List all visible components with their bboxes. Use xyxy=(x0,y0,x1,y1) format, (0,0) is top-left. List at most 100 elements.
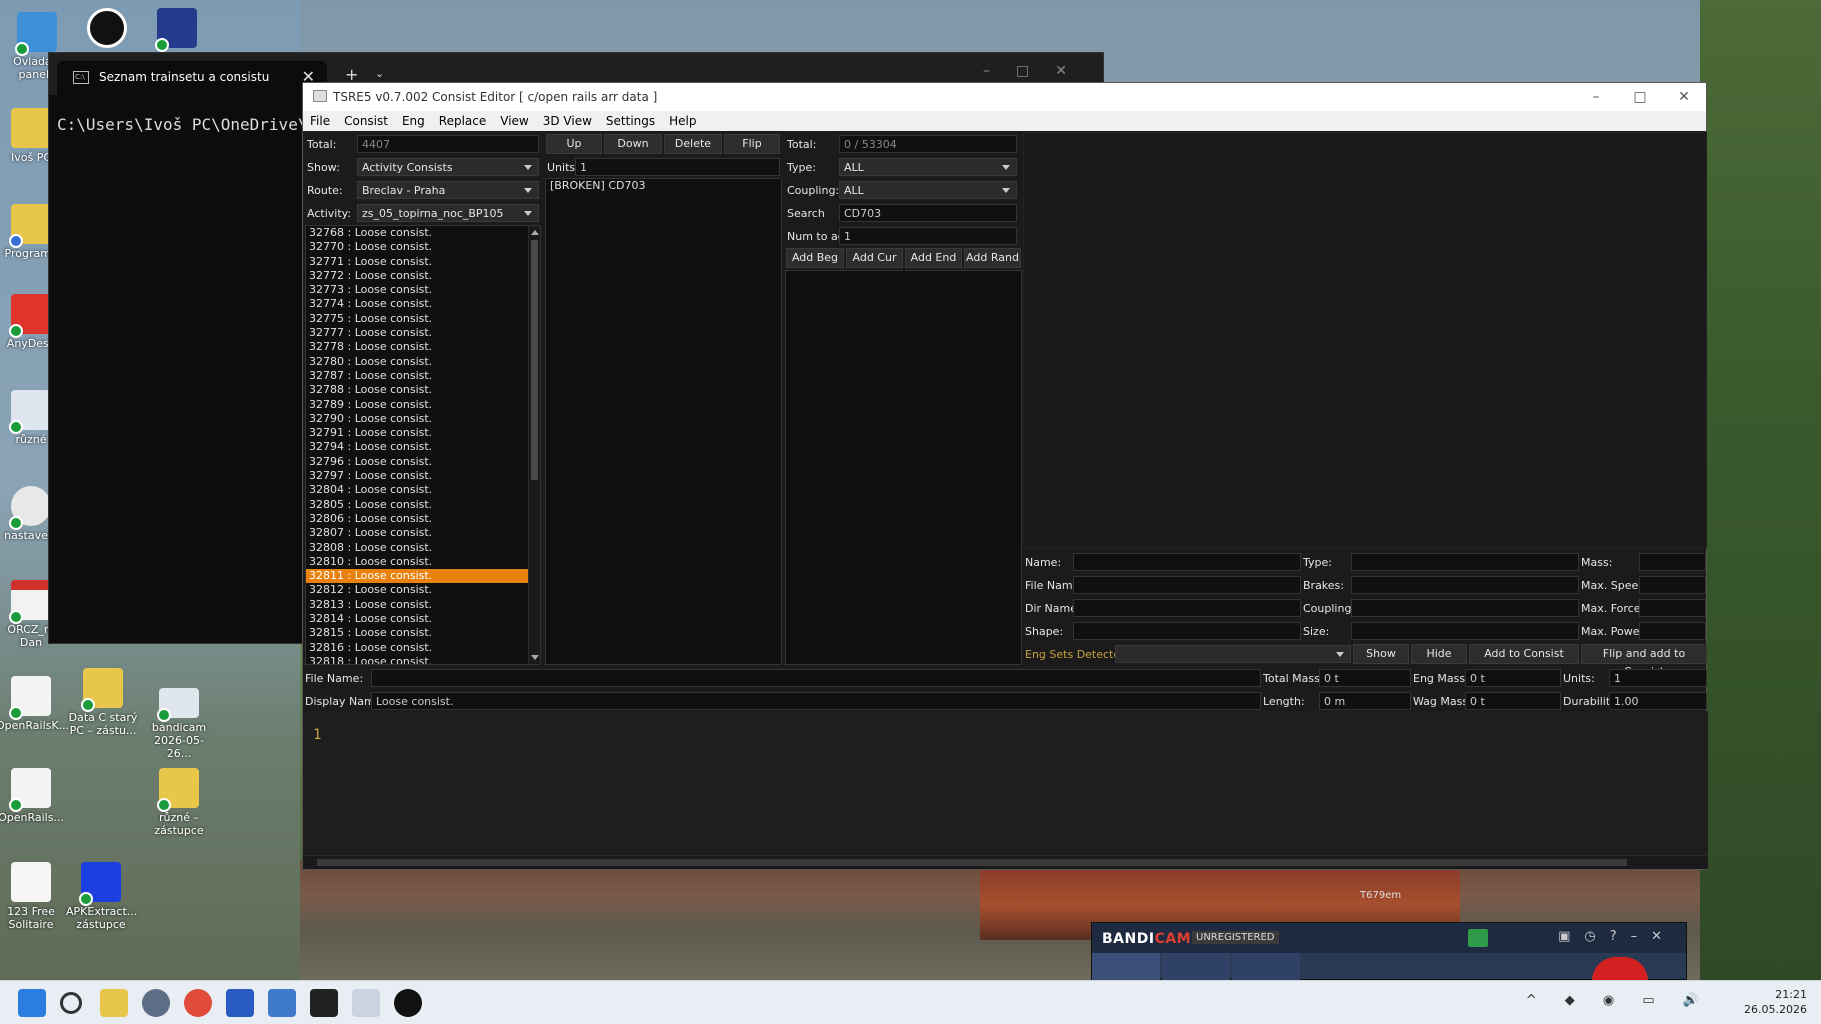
scroll-up-icon[interactable] xyxy=(531,230,539,235)
lock-icon[interactable] xyxy=(1468,929,1488,947)
desktop-icon-solitaire[interactable]: 123 Free Solitaire xyxy=(0,862,66,931)
close-button[interactable]: ✕ xyxy=(1662,83,1706,111)
list-item[interactable]: 32788 : Loose consist. xyxy=(306,383,540,397)
list-item[interactable]: 32794 : Loose consist. xyxy=(306,440,540,454)
list-item[interactable]: 32797 : Loose consist. xyxy=(306,469,540,483)
durability-spinner[interactable]: 1.00 xyxy=(1609,692,1707,710)
consist-list-scrollbar[interactable] xyxy=(528,226,540,664)
list-item[interactable]: [BROKEN] CD703 xyxy=(546,179,781,193)
units-field[interactable]: 1 xyxy=(575,158,780,176)
search-input[interactable]: CD703 xyxy=(839,204,1017,222)
scroll-thumb[interactable] xyxy=(531,240,538,480)
hide-button[interactable]: Hide xyxy=(1411,644,1467,664)
menu-file[interactable]: File xyxy=(303,111,337,131)
list-item[interactable]: 32813 : Loose consist. xyxy=(306,598,540,612)
up-button[interactable]: Up xyxy=(546,134,602,154)
consist-filename-field[interactable] xyxy=(371,669,1261,687)
maximize-button[interactable]: □ xyxy=(1618,83,1662,111)
add-rand-button[interactable]: Add Rand xyxy=(964,248,1021,268)
code-editor[interactable]: 1 xyxy=(303,711,1708,855)
list-item[interactable]: 32810 : Loose consist. xyxy=(306,555,540,569)
list-item[interactable]: 32778 : Loose consist. xyxy=(306,340,540,354)
list-item[interactable]: 32814 : Loose consist. xyxy=(306,612,540,626)
clock[interactable]: 21:21 26.05.2026 xyxy=(1744,987,1807,1017)
consist-editor-window[interactable]: TSRE5 v0.7.002 Consist Editor [ c/open r… xyxy=(302,82,1708,870)
list-item[interactable]: 32812 : Loose consist. xyxy=(306,583,540,597)
num-to-add-field[interactable]: 1 xyxy=(839,227,1017,245)
eng-results-list[interactable] xyxy=(785,270,1022,665)
add-beg-button[interactable]: Add Beg xyxy=(786,248,844,268)
terminal-tab[interactable]: C:\ Seznam trainsetu a consistu ✕ xyxy=(57,61,327,95)
game-mode-tab[interactable] xyxy=(1162,953,1230,981)
list-item[interactable]: 32806 : Loose consist. xyxy=(306,512,540,526)
list-item[interactable]: 32780 : Loose consist. xyxy=(306,355,540,369)
consist-units-list[interactable]: [BROKEN] CD703 xyxy=(545,178,782,665)
list-item[interactable]: 32805 : Loose consist. xyxy=(306,498,540,512)
desktop-icon-data-c[interactable]: Data C starý PC – zástu... xyxy=(68,668,138,737)
flip-add-to-consist-button[interactable]: Flip and add to Consist xyxy=(1581,644,1707,678)
menu-3d-view[interactable]: 3D View xyxy=(536,111,599,131)
list-item[interactable]: 32796 : Loose consist. xyxy=(306,455,540,469)
down-button[interactable]: Down xyxy=(604,134,662,154)
scroll-down-icon[interactable] xyxy=(531,655,539,660)
desktop-icon-various-shortcut[interactable]: různé – zástupce xyxy=(144,768,214,837)
route-select[interactable]: Breclav - Praha xyxy=(357,181,539,199)
add-cur-button[interactable]: Add Cur xyxy=(846,248,903,268)
code-horizontal-scrollbar[interactable] xyxy=(303,855,1708,869)
editor-taskbar-icon[interactable] xyxy=(352,989,380,1017)
save-disk-icon[interactable] xyxy=(226,989,254,1017)
bandicam-controls[interactable]: ▣◷?–✕ xyxy=(1558,929,1676,944)
list-item[interactable]: 32787 : Loose consist. xyxy=(306,369,540,383)
list-item[interactable]: 32789 : Loose consist. xyxy=(306,398,540,412)
add-to-consist-button[interactable]: Add to Consist xyxy=(1469,644,1579,664)
chrome-icon[interactable] xyxy=(184,989,212,1017)
list-item[interactable]: 32807 : Loose consist. xyxy=(306,526,540,540)
menu-view[interactable]: View xyxy=(493,111,535,131)
list-item[interactable]: 32816 : Loose consist. xyxy=(306,641,540,655)
search-icon[interactable] xyxy=(60,992,82,1014)
desktop-icon-app[interactable] xyxy=(142,8,212,52)
list-item[interactable]: 32777 : Loose consist. xyxy=(306,326,540,340)
display-name-field[interactable]: Loose consist. xyxy=(371,692,1261,710)
list-item[interactable]: 32811 : Loose consist. xyxy=(306,569,540,584)
coupling-select[interactable]: ALL xyxy=(839,181,1017,199)
h-scroll-thumb[interactable] xyxy=(317,859,1627,866)
menu-consist[interactable]: Consist xyxy=(337,111,395,131)
list-item[interactable]: 32772 : Loose consist. xyxy=(306,269,540,283)
bandicam-widget[interactable]: BANDICAM UNREGISTERED ▣◷?–✕ xyxy=(1091,922,1687,981)
consist-list[interactable]: 32768 : Loose consist. 32770 : Loose cons… xyxy=(305,225,541,665)
list-item[interactable]: 32770 : Loose consist. xyxy=(306,240,540,254)
record-button[interactable] xyxy=(1592,957,1648,981)
file-explorer-icon[interactable] xyxy=(100,989,128,1017)
list-item[interactable]: 32818 : Loose consist. xyxy=(306,655,540,664)
list-item[interactable]: 32815 : Loose consist. xyxy=(306,626,540,640)
minimize-button[interactable]: – xyxy=(1574,83,1618,111)
system-tray-icons[interactable]: ^ ◆ ◉ ▭ 🔊 xyxy=(1526,993,1711,1008)
windows-start-icon[interactable] xyxy=(18,989,46,1017)
terminal-prompt[interactable]: C:\Users\Ivoš PC\OneDrive\Plo xyxy=(57,115,307,134)
show-button[interactable]: Show xyxy=(1353,644,1409,664)
settings-gear-icon[interactable] xyxy=(142,989,170,1017)
flip-button[interactable]: Flip xyxy=(724,134,780,154)
notepad-icon[interactable] xyxy=(268,989,296,1017)
desktop-icon-bandicam-file[interactable]: bandicam 2026-05-26... xyxy=(144,688,214,760)
list-item[interactable]: 32771 : Loose consist. xyxy=(306,255,540,269)
desktop-icon-recorder[interactable] xyxy=(72,8,142,51)
list-item[interactable]: 32804 : Loose consist. xyxy=(306,483,540,497)
3d-preview[interactable] xyxy=(1023,132,1707,548)
add-end-button[interactable]: Add End xyxy=(905,248,962,268)
desktop-icon-openrailsk[interactable]: OpenRailsK... xyxy=(0,676,69,732)
type-select[interactable]: ALL xyxy=(839,158,1017,176)
device-mode-tab[interactable] xyxy=(1232,953,1300,981)
terminal-window-controls[interactable]: –□✕ xyxy=(983,63,1093,79)
list-item[interactable]: 32775 : Loose consist. xyxy=(306,312,540,326)
list-item[interactable]: 32768 : Loose consist. xyxy=(306,226,540,240)
activity-select[interactable]: zs_05_topirna_noc_BP105 xyxy=(357,204,539,222)
terminal-taskbar-icon[interactable] xyxy=(310,989,338,1017)
bandicam-taskbar-icon[interactable] xyxy=(394,989,422,1017)
list-item[interactable]: 32791 : Loose consist. xyxy=(306,426,540,440)
eng-sets-select[interactable] xyxy=(1115,645,1351,663)
screen-mode-tab[interactable] xyxy=(1092,953,1160,981)
list-item[interactable]: 32773 : Loose consist. xyxy=(306,283,540,297)
menu-eng[interactable]: Eng xyxy=(395,111,432,131)
